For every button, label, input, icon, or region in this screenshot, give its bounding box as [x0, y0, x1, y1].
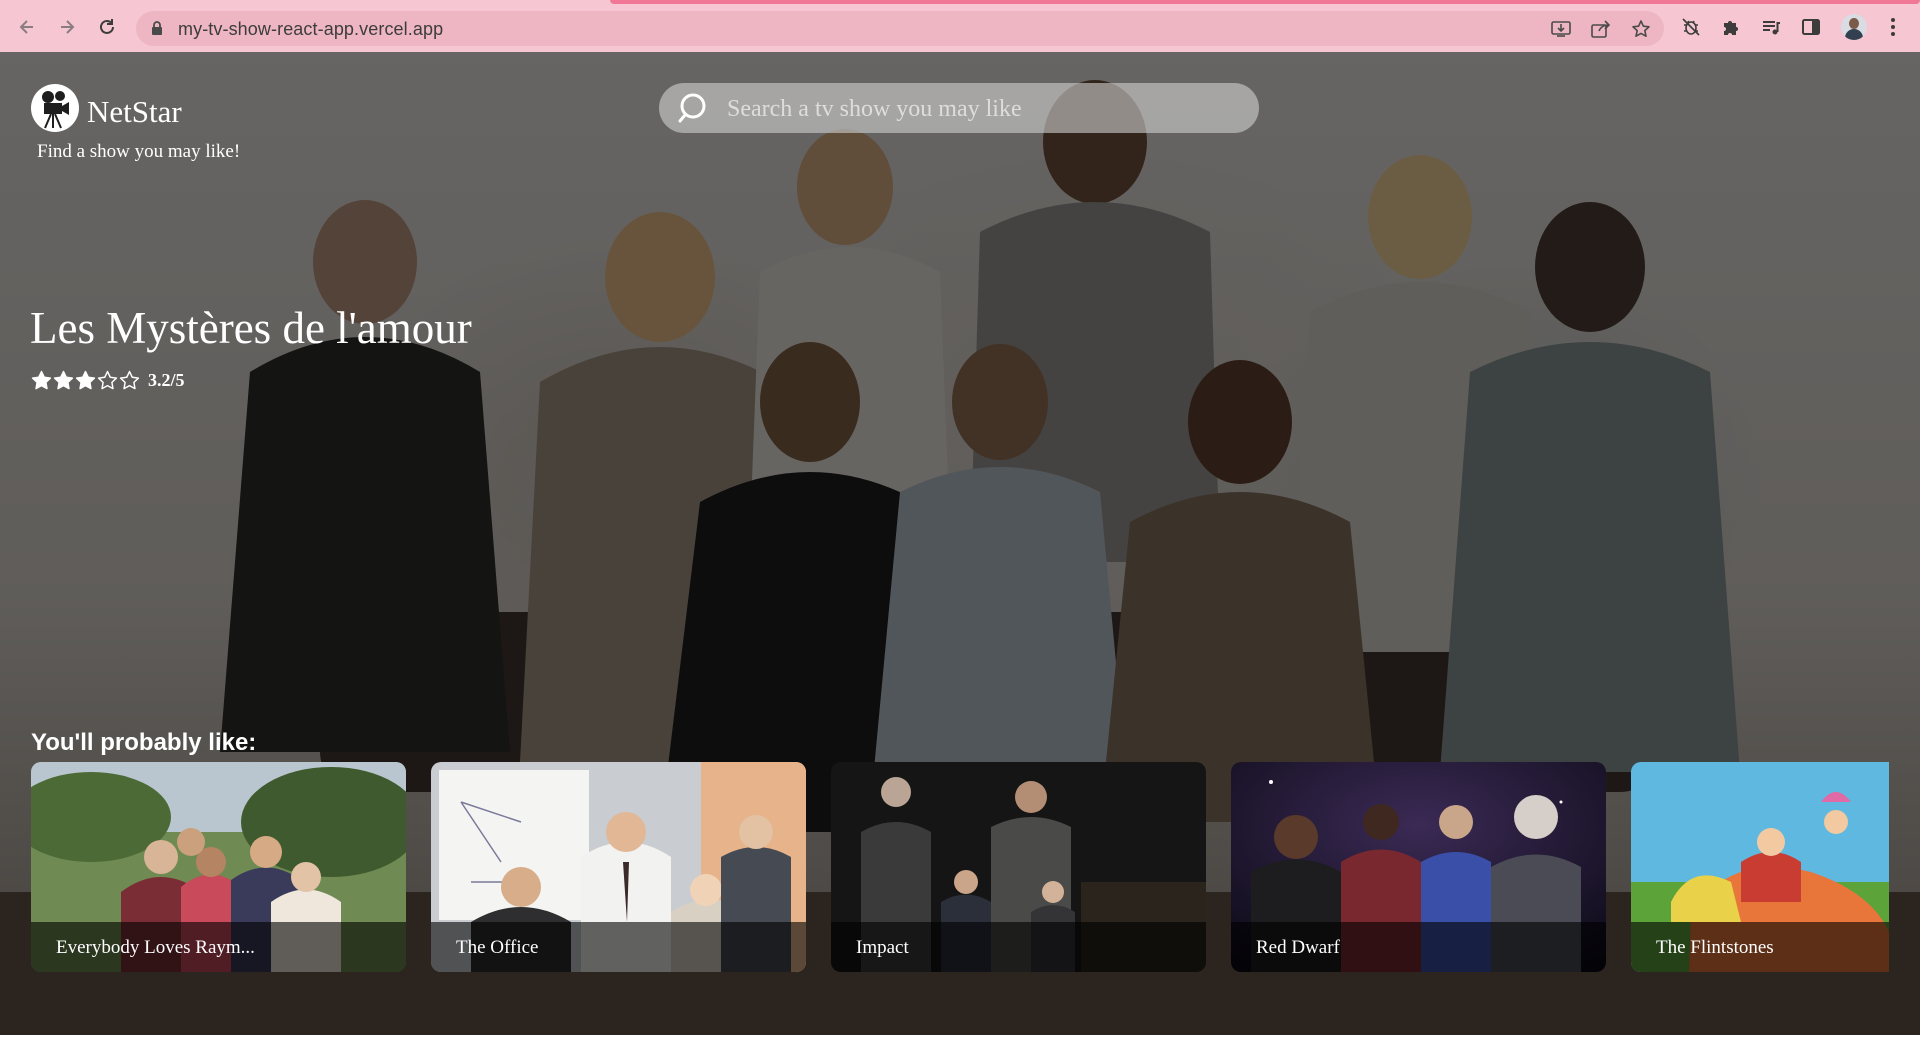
star-empty-icon	[119, 370, 140, 389]
forward-icon[interactable]	[54, 14, 80, 40]
browser-toolbar: my-tv-show-react-app.vercel.app	[0, 0, 1920, 52]
search-icon[interactable]	[677, 91, 713, 132]
tab-strip-accent	[610, 0, 1920, 4]
star-empty-icon	[97, 370, 118, 389]
show-card-the-office[interactable]: The Office	[431, 762, 806, 972]
featured-show-rating: 3.2/5	[31, 368, 185, 392]
share-icon[interactable]	[1590, 18, 1612, 40]
page-bottom-edge	[0, 1035, 1920, 1043]
app-viewport: NetStar Find a show you may like! Les My…	[0, 52, 1920, 1043]
media-queue-icon[interactable]	[1759, 15, 1783, 39]
search-bar[interactable]	[659, 83, 1259, 133]
star-rating	[31, 370, 140, 391]
show-card-title[interactable]: The Office	[456, 937, 538, 959]
show-card-title[interactable]: Everybody Loves Raym...	[56, 937, 255, 959]
star-filled-icon	[31, 370, 52, 389]
back-icon[interactable]	[14, 14, 40, 40]
puzzle-icon[interactable]	[1719, 15, 1743, 39]
address-bar[interactable]: my-tv-show-react-app.vercel.app	[136, 11, 1664, 46]
extension-bug-icon[interactable]	[1679, 15, 1703, 39]
search-input[interactable]	[725, 91, 1239, 127]
lock-icon[interactable]	[150, 20, 164, 41]
star-filled-icon	[75, 370, 96, 389]
film-camera-icon[interactable]	[31, 84, 79, 132]
show-card-title[interactable]: Red Dwarf	[1256, 937, 1340, 959]
star-filled-icon	[53, 370, 74, 389]
reload-icon[interactable]	[94, 14, 120, 40]
menu-kebab-icon[interactable]	[1881, 15, 1905, 39]
rating-value: 3.2/5	[148, 369, 185, 390]
featured-show-title: Les Mystères de l'amour	[30, 303, 472, 353]
recommendations-carousel[interactable]: Everybody Loves Raym... The Office Impac…	[31, 762, 1889, 974]
brand-tagline: Find a show you may like!	[37, 141, 241, 162]
side-panel-icon[interactable]	[1799, 15, 1823, 39]
recommendations-title: You'll probably like:	[31, 729, 257, 756]
show-card-the-flintstones[interactable]: The Flintstones	[1631, 762, 1889, 972]
url-text[interactable]: my-tv-show-react-app.vercel.app	[178, 19, 443, 40]
show-card-red-dwarf[interactable]: Red Dwarf	[1231, 762, 1606, 972]
show-card-everybody-loves-raymond[interactable]: Everybody Loves Raym...	[31, 762, 406, 972]
brand-name[interactable]: NetStar	[87, 94, 182, 130]
show-card-title[interactable]: Impact	[856, 937, 909, 959]
profile-avatar[interactable]	[1841, 14, 1867, 40]
show-card-impact[interactable]: Impact	[831, 762, 1206, 972]
bookmark-star-icon[interactable]	[1630, 18, 1652, 40]
show-card-title[interactable]: The Flintstones	[1656, 937, 1774, 959]
install-icon[interactable]	[1550, 18, 1572, 40]
